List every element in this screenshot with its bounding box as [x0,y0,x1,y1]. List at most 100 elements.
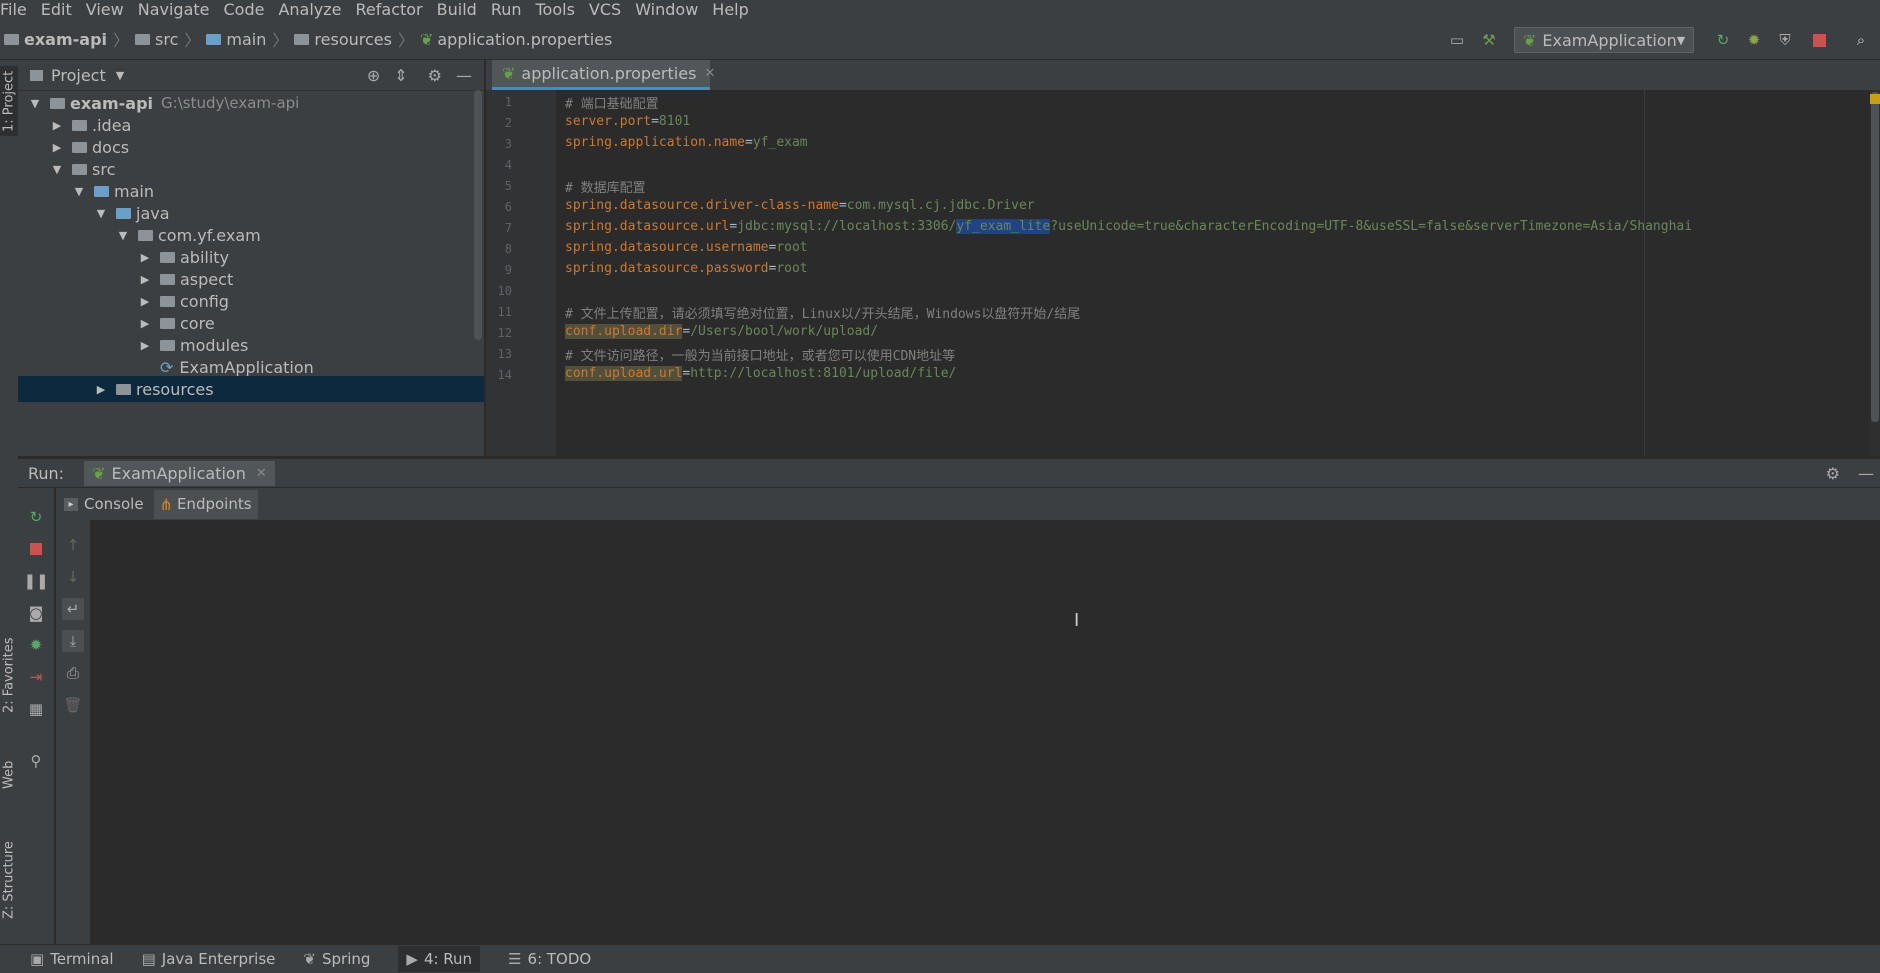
code-line[interactable]: conf.upload.dir=/Users/bool/work/upload/ [565,324,878,339]
expand-right-icon[interactable]: ▶ [138,273,152,286]
code-line[interactable]: spring.datasource.username=root [565,240,808,255]
rerun-icon[interactable]: ↻ [1712,29,1734,51]
expand-down-icon[interactable]: ▼ [94,207,108,220]
menu-help[interactable]: Help [712,0,755,19]
console-output[interactable] [92,522,1880,944]
tab-console[interactable]: ▸ Console [64,495,144,513]
camera-icon[interactable]: ◙ [25,602,47,624]
close-icon[interactable]: ✕ [704,66,715,81]
editor-tab-application-properties[interactable]: ❦ application.properties ✕ [492,60,715,90]
soft-wrap-icon[interactable]: ↵ [62,598,84,620]
menu-tools[interactable]: Tools [536,0,582,19]
menu-analyze[interactable]: Analyze [278,0,348,19]
menu-code[interactable]: Code [224,0,272,19]
expand-right-icon[interactable]: ▶ [50,119,64,132]
warning-marker[interactable] [1870,94,1880,104]
menu-navigate[interactable]: Navigate [138,0,217,19]
debug-bug-icon[interactable]: ✹ [25,634,47,656]
debug-bug-icon[interactable]: ✹ [1743,29,1765,51]
expand-down-icon[interactable]: ▼ [116,229,130,242]
property-value: ?useUnicode=true&characterEncoding=UTF-8… [1050,219,1693,234]
layout-icon[interactable]: ▦ [25,698,47,720]
stop-icon[interactable] [25,538,47,560]
breadcrumb-main[interactable]: main [226,30,266,49]
code-line[interactable]: # 端口基础配置 [565,93,659,112]
run-tab-exam-application[interactable]: ❦ ExamApplication ✕ [84,460,275,486]
up-arrow-icon[interactable]: ↑ [62,534,84,556]
down-arrow-icon[interactable]: ↓ [62,566,84,588]
menu-view[interactable]: View [86,0,131,19]
tab-terminal[interactable]: ▣ Terminal [30,950,114,968]
menu-refactor[interactable]: Refactor [356,0,430,19]
menu-window[interactable]: Window [635,0,705,19]
property-key: conf.upload.dir [565,324,683,339]
menu-build[interactable]: Build [437,0,484,19]
project-view-selector[interactable]: Project [51,66,106,85]
code-line[interactable]: server.port=8101 [565,114,690,129]
search-icon[interactable]: ⌕ [1850,29,1872,51]
project-scrollbar[interactable] [474,90,482,340]
chevron-down-icon[interactable]: ▼ [116,69,124,82]
expand-right-icon[interactable]: ▶ [138,317,152,330]
pin-icon[interactable]: ⚲ [25,750,47,772]
breadcrumb-src[interactable]: src [155,30,178,49]
tab-run[interactable]: ▶ 4: Run [398,946,481,972]
tab-structure[interactable]: Z: Structure [0,830,18,930]
build-hammer-icon[interactable]: ⚒ [1478,29,1500,51]
close-icon[interactable]: ✕ [256,466,267,481]
expand-down-icon[interactable]: ▼ [28,97,42,110]
tool-window-bar: ▣ Terminal ▤ Java Enterprise ❦ Spring ▶ 4: R… [0,944,1880,973]
code-line[interactable]: # 数据库配置 [565,177,646,196]
breadcrumb-project[interactable]: exam-api [24,30,107,49]
tab-java-enterprise[interactable]: ▤ Java Enterprise [142,950,276,968]
tab-favorites[interactable]: 2: Favorites [0,630,18,720]
expand-right-icon[interactable]: ▶ [94,383,108,396]
run-configuration-select[interactable]: ❦ ExamApplication ▼ [1514,27,1694,53]
tab-web[interactable]: Web [0,750,18,800]
expand-right-icon[interactable]: ▶ [138,251,152,264]
trash-icon[interactable]: 🗑 [62,694,84,716]
breadcrumb-resources[interactable]: resources [314,30,392,49]
spring-boot-icon: ❦ [1523,30,1537,50]
tree-item-label: aspect [180,269,234,289]
code-line[interactable]: # 文件访问路径，一般为当前接口地址，或者您可以使用CDN地址等 [565,345,955,364]
pause-icon[interactable]: ❚❚ [23,570,48,592]
expand-down-icon[interactable]: ▼ [50,163,64,176]
expand-down-icon[interactable]: ▼ [72,185,86,198]
expand-right-icon[interactable]: ▶ [138,295,152,308]
expand-right-icon[interactable]: ▶ [138,339,152,352]
minimize-icon[interactable]: — [1858,464,1874,483]
menu-vcs[interactable]: VCS [589,0,628,19]
property-value: 8101 [658,114,691,129]
tab-spring[interactable]: ❦ Spring [303,950,370,968]
menu-file[interactable]: File [0,0,34,19]
menu-edit[interactable]: Edit [41,0,79,19]
print-icon[interactable]: ⎙ [62,662,84,684]
code-line[interactable]: # 文件上传配置，请必须填写绝对位置，Linux以/开头结尾，Windows以盘… [565,303,1080,322]
code-line[interactable]: spring.datasource.driver-class-name=com.… [565,198,1035,213]
editor-scrollbar-thumb[interactable] [1871,92,1879,422]
tree-item[interactable]: ▶ resources [18,376,484,402]
expand-right-icon[interactable]: ▶ [50,141,64,154]
breadcrumb-file[interactable]: application.properties [437,30,612,49]
rerun-icon[interactable]: ↻ [25,506,47,528]
minimize-icon[interactable]: — [456,66,472,85]
console-icon: ▸ [64,497,78,511]
code-line[interactable]: spring.datasource.password=root [565,261,808,276]
stop-icon[interactable] [1808,29,1830,51]
exit-icon[interactable]: ⇥ [25,666,47,688]
coverage-shield-icon[interactable]: ⛨ [1774,29,1796,51]
collapse-all-icon[interactable]: ⇕ [394,66,407,85]
gear-icon[interactable]: ⚙ [1826,464,1840,483]
locate-target-icon[interactable]: ⊕ [367,66,380,85]
code-line[interactable]: spring.datasource.url=jdbc:mysql://local… [565,219,1692,234]
tab-todo[interactable]: ☰ 6: TODO [508,950,591,968]
layout-icon[interactable]: ▭ [1446,29,1468,51]
menu-run[interactable]: Run [491,0,529,19]
tab-endpoints[interactable]: ⋔ Endpoints [153,489,258,519]
code-line[interactable]: conf.upload.url=http://localhost:8101/up… [565,366,956,381]
scroll-to-end-icon[interactable]: ⤓ [62,630,84,652]
tab-project[interactable]: 1: Project [0,66,18,136]
gear-icon[interactable]: ⚙ [428,66,442,85]
code-line[interactable]: spring.application.name=yf_exam [565,135,808,150]
